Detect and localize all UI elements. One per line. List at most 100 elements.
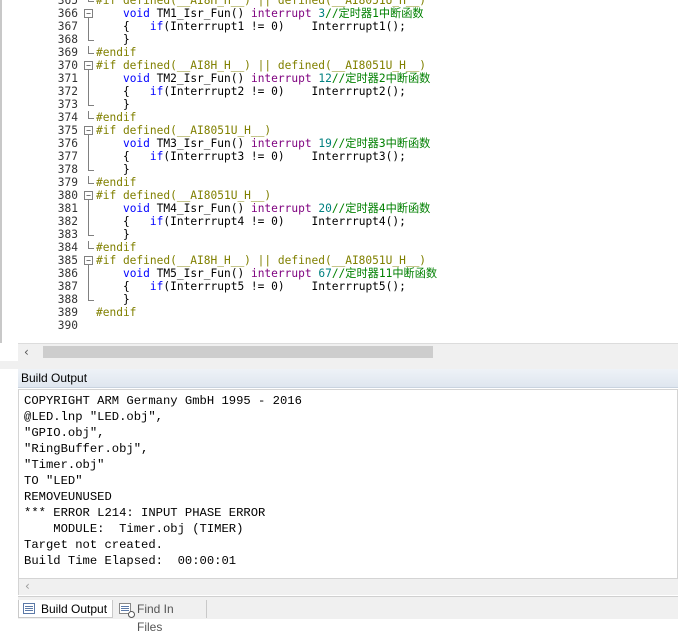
output-line: TO "LED" [24,474,83,488]
code-line[interactable]: 377 { if(Interrrupt3 != 0) Interrrupt3()… [2,150,678,163]
output-horizontal-scrollbar[interactable]: ‹ [18,579,678,595]
code-line[interactable]: 384 #endif [2,241,678,254]
code-text: void TM2_Isr_Fun() interrupt 12//定时器2中断函… [96,72,430,85]
code-line[interactable]: 381 void TM4_Isr_Fun() interrupt 20//定时器… [2,202,678,215]
code-line[interactable]: 371 void TM2_Isr_Fun() interrupt 12//定时器… [2,72,678,85]
code-line[interactable]: 375− #if defined(__AI8051U_H__) [2,124,678,137]
fold-collapse-icon[interactable]: − [84,7,94,20]
code-text: void TM5_Isr_Fun() interrupt 67//定时器11中断… [96,267,437,280]
fold-guide [84,85,94,98]
code-line[interactable]: 370− #if defined(__AI8H_H__) || defined(_… [2,59,678,72]
code-line[interactable]: 385− #if defined(__AI8H_H__) || defined(_… [2,254,678,267]
code-line[interactable]: 386 void TM5_Isr_Fun() interrupt 67//定时器… [2,267,678,280]
line-number: 389 [57,306,78,319]
code-text: #endif [96,176,136,189]
code-text: void TM4_Isr_Fun() interrupt 20//定时器4中断函… [96,202,430,215]
line-number: 384 [57,241,78,254]
code-line[interactable]: 378 } [2,163,678,176]
code-line[interactable]: 368 } [2,33,678,46]
code-token: #if defined(__AI8051U_H__) [96,124,272,137]
line-number: 375 [57,124,78,137]
code-token: #if defined(__AI8H_H__) || defined(__AI8… [96,254,427,267]
line-number: 379 [57,176,78,189]
code-token: #endif [96,46,137,59]
tab-build-output-label: Build Output [41,602,108,616]
code-text: } [96,228,130,241]
code-token: void [122,137,150,150]
code-token: 20 [318,202,332,215]
code-token: TM2_Isr_Fun() [149,72,251,85]
code-editor[interactable]: 365 #if defined(__AI8H_H__) || defined(__… [0,0,678,343]
code-line[interactable]: 374 #endif [2,111,678,124]
code-line[interactable]: 380− #if defined(__AI8051U_H__) [2,189,678,202]
code-token: #endif [96,111,137,124]
chevron-left-icon[interactable]: ‹ [25,579,30,593]
fold-end-guide [84,176,94,189]
fold-guide [84,137,94,150]
code-token: interrupt [250,137,312,150]
panel-splitter[interactable] [0,361,678,369]
code-line[interactable]: 388 } [2,293,678,306]
code-token: void [122,267,150,280]
tab-find-in-files-label: Find In Files [137,602,174,634]
code-token: TM1_Isr_Fun() [149,7,251,20]
code-text: } [96,33,130,46]
fold-collapse-icon[interactable]: − [84,254,94,267]
code-line[interactable]: 383 } [2,228,678,241]
scrollbar-thumb[interactable] [43,346,433,358]
line-number: 365 [57,0,78,7]
code-line[interactable]: 379 #endif [2,176,678,189]
code-line[interactable]: 367 { if(Interrrupt1 != 0) Interrrupt1()… [2,20,678,33]
code-line[interactable]: 390 [2,319,678,332]
fold-collapse-icon[interactable]: − [84,189,94,202]
fold-gutter [84,319,94,332]
code-token: TM3_Isr_Fun() [149,137,251,150]
code-token: { [96,280,150,293]
code-text: { if(Interrrupt1 != 0) Interrrupt1(); [96,20,406,33]
code-text: { if(Interrrupt2 != 0) Interrrupt2(); [96,85,406,98]
code-token: (Interrrupt3 != 0) Interrrupt3(); [163,150,406,163]
code-text: } [96,163,130,176]
code-line[interactable]: 373 } [2,98,678,111]
code-line[interactable]: 366− void TM1_Isr_Fun() interrupt 3//定时器… [2,7,678,20]
code-token: } [96,293,130,306]
build-output-panel[interactable]: COPYRIGHT ARM Germany GmbH 1995 - 2016 @L… [18,389,678,579]
code-token: 67 [318,267,332,280]
output-line: REMOVEUNUSED [24,490,112,504]
chevron-left-icon[interactable]: ‹ [24,345,29,359]
code-line[interactable]: 389 #endif [2,306,678,319]
output-line: "RingBuffer.obj", [24,442,149,456]
code-token: { [96,215,150,228]
code-text: { if(Interrrupt5 != 0) Interrrupt5(); [96,280,406,293]
code-line[interactable]: 372 { if(Interrrupt2 != 0) Interrrupt2()… [2,85,678,98]
code-line[interactable]: 376 void TM3_Isr_Fun() interrupt 19//定时器… [2,137,678,150]
line-number: 388 [57,293,78,306]
output-line: COPYRIGHT ARM Germany GmbH 1995 - 2016 [24,394,302,408]
tab-build-output[interactable]: Build Output [18,600,113,618]
code-token: } [96,163,130,176]
fold-collapse-icon[interactable]: − [84,124,94,137]
code-line[interactable]: 382 { if(Interrrupt4 != 0) Interrrupt4()… [2,215,678,228]
code-line[interactable]: 387 { if(Interrrupt5 != 0) Interrrupt5()… [2,280,678,293]
fold-guide [84,20,94,33]
fold-collapse-icon[interactable]: − [84,59,94,72]
code-token: void [122,7,150,20]
fold-end-guide [84,241,94,254]
line-number: 367 [57,20,78,33]
tab-find-in-files[interactable]: Find In Files [115,600,207,634]
code-line[interactable]: 365 #if defined(__AI8H_H__) || defined(__… [2,0,678,7]
code-token: interrupt [250,72,312,85]
code-token: if [149,150,164,163]
output-line: "GPIO.obj", [24,426,105,440]
fold-gutter [84,306,94,319]
fold-guide [84,202,94,215]
code-text: #if defined(__AI8H_H__) || defined(__AI8… [96,0,426,7]
code-text: #if defined(__AI8H_H__) || defined(__AI8… [96,254,426,267]
code-token: //定时器1中断函数 [325,7,424,20]
output-tab-bar: Build Output Find In Files [18,596,678,634]
editor-horizontal-scrollbar[interactable]: ‹ [18,343,678,361]
code-token: #if defined(__AI8H_H__) || defined(__AI8… [96,0,427,7]
code-line[interactable]: 369 #endif [2,46,678,59]
